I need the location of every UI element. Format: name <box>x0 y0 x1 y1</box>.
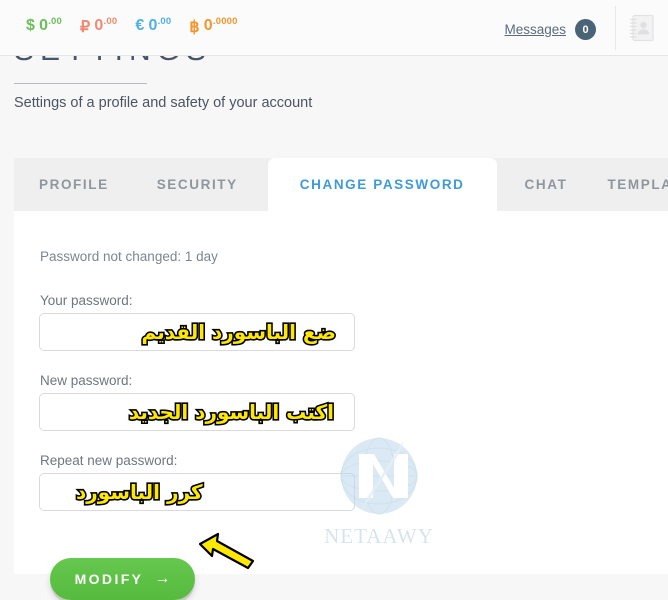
annotation-new-password: اكتب الباسورد الجديد <box>127 398 335 425</box>
wallet-amount-eur: 0 <box>148 17 158 34</box>
currency-symbol-eur: € <box>135 17 145 34</box>
change-password-form: Password not changed: 1 day Your passwor… <box>14 211 668 600</box>
repeat-password-input[interactable]: كرر الباسورد <box>39 473 355 511</box>
tab-profile[interactable]: PROFILE <box>14 158 133 211</box>
address-book-icon[interactable] <box>626 12 658 44</box>
wallet-balance-btc[interactable]: ฿ 0.0000 <box>189 16 238 37</box>
wallet-amount-rub: 0 <box>94 17 104 34</box>
wallet-fraction-usd: .00 <box>48 16 63 27</box>
topbar-divider <box>615 6 616 50</box>
annotation-current-password: ضع الباسورد القديم <box>140 318 338 345</box>
tab-security[interactable]: SECURITY <box>133 158 268 211</box>
wallet-fraction-btc: .0000 <box>212 16 238 27</box>
top-bar: $0.00 ₽0.00 €0.00 ฿ 0.0000 Messages 0 <box>0 0 668 56</box>
wallet-amount-btc: 0 <box>203 17 213 34</box>
arrow-right-icon: → <box>154 570 171 587</box>
wallet-balances: $0.00 ₽0.00 €0.00 ฿ 0.0000 <box>26 16 238 37</box>
settings-panel: PROFILE SECURITY CHANGE PASSWORD CHAT TE… <box>14 158 668 600</box>
modify-button[interactable]: MODIFY → <box>50 558 195 600</box>
label-repeat-password: Repeat new password: <box>40 453 178 468</box>
messages-link[interactable]: Messages <box>504 22 566 37</box>
page-subtitle: Settings of a profile and safety of your… <box>14 95 313 111</box>
currency-symbol-rub: ₽ <box>80 19 91 36</box>
tab-change-password[interactable]: CHANGE PASSWORD <box>267 158 497 211</box>
wallet-fraction-rub: .00 <box>103 16 118 27</box>
label-new-password: New password: <box>40 373 133 388</box>
tab-chat[interactable]: CHAT <box>497 158 588 211</box>
wallet-fraction-eur: .00 <box>157 16 172 27</box>
wallet-balance-eur[interactable]: €0.00 <box>135 16 172 35</box>
title-underline <box>14 83 147 84</box>
wallet-balance-rub[interactable]: ₽0.00 <box>80 16 118 37</box>
currency-symbol-usd: $ <box>26 17 36 34</box>
label-current-password: Your password: <box>40 293 133 308</box>
modify-button-label: MODIFY <box>74 571 144 587</box>
tab-bar: PROFILE SECURITY CHANGE PASSWORD CHAT TE… <box>14 158 668 211</box>
current-password-input[interactable]: ضع الباسورد القديم <box>39 313 355 351</box>
password-age-notice: Password not changed: 1 day <box>40 249 218 264</box>
messages-count-badge: 0 <box>575 19 596 40</box>
messages-area: Messages 0 <box>504 19 596 40</box>
currency-symbol-btc: ฿ <box>189 19 200 36</box>
tab-list: PROFILE SECURITY CHANGE PASSWORD CHAT TE… <box>14 158 668 211</box>
page-title: SETTINGS <box>14 56 212 68</box>
tab-templates[interactable]: TEMPLATES <box>587 158 668 211</box>
page-title-clip: SETTINGS <box>0 56 668 84</box>
wallet-balance-usd[interactable]: $0.00 <box>26 16 63 35</box>
annotation-repeat-password: كرر الباسورد <box>74 478 204 505</box>
new-password-input[interactable]: اكتب الباسورد الجديد <box>39 393 355 431</box>
wallet-amount-usd: 0 <box>39 17 49 34</box>
